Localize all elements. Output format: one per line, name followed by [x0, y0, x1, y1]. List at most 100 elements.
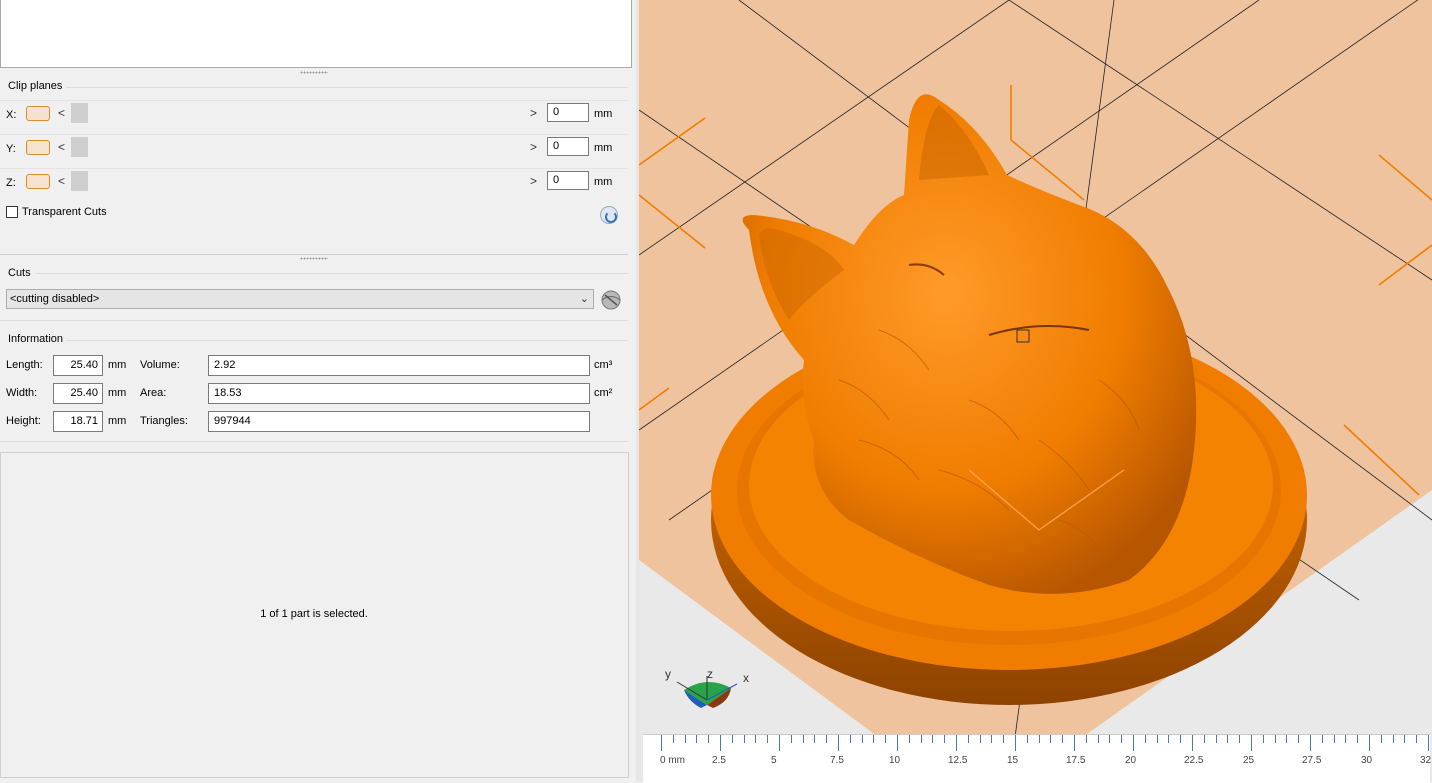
axis-z-label: z	[707, 667, 713, 681]
ruler-tick	[861, 735, 863, 743]
clip-planes-title: Clip planes	[8, 80, 63, 92]
cuts-title: Cuts	[8, 267, 31, 279]
properties-panel: Clip planes X: < > 0 mm Y: < > 0 mm Z: <…	[0, 0, 636, 782]
clip-slider-y-thumb[interactable]	[71, 137, 88, 157]
ruler-tick	[1310, 735, 1311, 751]
ruler-tick	[1286, 735, 1288, 743]
section-divider	[36, 273, 628, 274]
ruler-tick	[979, 735, 981, 743]
ruler-tick	[944, 735, 946, 743]
ruler-tick	[885, 735, 887, 743]
ruler-tick	[1333, 735, 1335, 743]
ruler-tick	[1345, 735, 1347, 743]
ruler-tick	[731, 735, 733, 743]
clip-slider-z-thumb[interactable]	[71, 171, 88, 191]
length-label: Length:	[6, 359, 43, 371]
ruler-tick	[708, 735, 710, 743]
ruler-tick	[920, 735, 922, 743]
ruler-tick	[967, 735, 969, 743]
ruler-tick	[1085, 735, 1087, 743]
ruler-tick	[1133, 735, 1134, 751]
volume-label: Volume:	[140, 359, 180, 371]
ruler-tick	[1026, 735, 1028, 743]
cut-tool-icon[interactable]	[599, 289, 622, 310]
ruler-label: 7.5	[830, 755, 844, 766]
ruler: 0 mm 2.5 5 7.5 10 12.5 15 17.5 20 22.5 25 27.5 30 32.	[643, 734, 1432, 783]
clip-toggle-z-button[interactable]	[26, 174, 50, 189]
slider-left-arrow[interactable]: <	[58, 106, 65, 120]
unit-label: mm	[594, 108, 613, 120]
volume-field[interactable]: 2.92	[208, 355, 590, 376]
area-field[interactable]: 18.53	[208, 383, 590, 404]
height-label: Height:	[6, 415, 41, 427]
height-field[interactable]: 18.71	[53, 411, 103, 432]
splitter-grip[interactable]	[300, 257, 328, 260]
ruler-tick	[1428, 735, 1429, 751]
ruler-tick	[1357, 735, 1359, 743]
ruler-label: 5	[771, 755, 777, 766]
section-divider	[0, 320, 628, 321]
3d-viewport[interactable]: y z x	[639, 0, 1432, 782]
slider-right-arrow[interactable]: >	[530, 174, 537, 188]
length-field[interactable]: 25.40	[53, 355, 103, 376]
ruler-tick	[1062, 735, 1064, 743]
clip-row-y: Y: < > 0 mm	[0, 135, 628, 165]
slider-right-arrow[interactable]: >	[530, 106, 537, 120]
ruler-tick	[1050, 735, 1052, 743]
slider-left-arrow[interactable]: <	[58, 140, 65, 154]
ruler-tick	[1038, 735, 1040, 743]
ruler-tick	[767, 735, 769, 743]
width-unit: mm	[108, 387, 127, 399]
ruler-tick	[1180, 735, 1182, 743]
ruler-tick	[755, 735, 757, 743]
ruler-label: 12.5	[948, 755, 968, 766]
ruler-tick	[849, 735, 851, 743]
slider-right-arrow[interactable]: >	[530, 140, 537, 154]
slider-left-arrow[interactable]: <	[58, 174, 65, 188]
scene-canvas[interactable]: y z x	[639, 0, 1432, 782]
ruler-tick	[1369, 735, 1370, 751]
ruler-tick	[1109, 735, 1111, 743]
width-field[interactable]: 25.40	[53, 383, 103, 404]
ruler-label: 27.5	[1302, 755, 1322, 766]
ruler-tick	[661, 735, 662, 751]
ruler-tick	[1251, 735, 1252, 751]
ruler-tick	[838, 735, 839, 751]
transparent-cuts-checkbox[interactable]	[6, 206, 18, 218]
section-divider	[66, 87, 628, 88]
clip-slider-x-thumb[interactable]	[71, 103, 88, 123]
triangles-field[interactable]: 997944	[208, 411, 590, 432]
preview-area	[0, 0, 632, 68]
ruler-label: 10	[889, 755, 901, 766]
unit-label: mm	[594, 176, 613, 188]
ruler-tick	[1274, 735, 1276, 743]
volume-unit: cm³	[594, 359, 613, 371]
ruler-tick	[1192, 735, 1193, 751]
ruler-tick	[672, 735, 674, 743]
clip-x-input[interactable]: 0	[547, 103, 589, 122]
ruler-tick	[779, 735, 780, 751]
ruler-label: 25	[1243, 755, 1255, 766]
ruler-tick	[897, 735, 898, 751]
clip-y-input[interactable]: 0	[547, 137, 589, 156]
ruler-tick	[1392, 735, 1394, 743]
splitter-grip[interactable]	[300, 71, 328, 74]
ruler-tick	[814, 735, 816, 743]
clip-z-input[interactable]: 0	[547, 171, 589, 190]
reset-clip-icon[interactable]	[600, 206, 618, 224]
ruler-tick	[1404, 735, 1406, 743]
axis-label: X:	[6, 109, 17, 121]
clip-toggle-y-button[interactable]	[26, 140, 50, 155]
ruler-tick	[1203, 735, 1205, 743]
ruler-tick	[956, 735, 957, 751]
ruler-tick	[1015, 735, 1016, 751]
ruler-tick	[873, 735, 875, 743]
section-divider	[0, 441, 628, 442]
ruler-tick	[1156, 735, 1158, 743]
length-unit: mm	[108, 359, 127, 371]
area-unit: cm²	[594, 387, 613, 399]
cuts-select[interactable]: <cutting disabled> ⌄	[6, 289, 594, 309]
ruler-tick	[908, 735, 910, 743]
clip-toggle-x-button[interactable]	[26, 106, 50, 121]
selection-status: 1 of 1 part is selected.	[260, 608, 368, 620]
